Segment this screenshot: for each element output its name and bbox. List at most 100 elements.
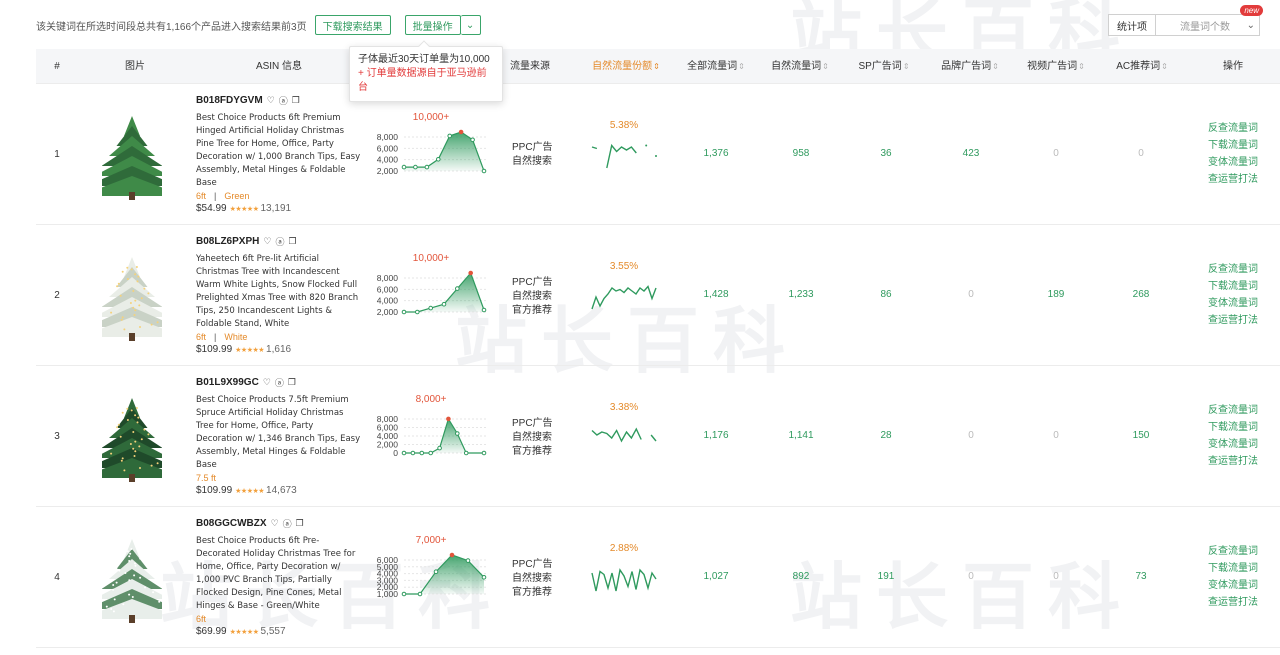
asin-code[interactable]: B01L9X99GC	[196, 377, 259, 388]
action-link[interactable]: 查运营打法	[1208, 171, 1268, 188]
count-organic[interactable]: 958	[771, 148, 831, 159]
amazon-icon[interactable]: ⓐ	[275, 376, 284, 389]
count-sp[interactable]: 86	[856, 289, 916, 300]
action-link[interactable]: 变体流量词	[1208, 577, 1268, 594]
product-image[interactable]	[79, 394, 185, 484]
amazon-icon[interactable]: ⓐ	[279, 94, 288, 107]
asin-code[interactable]: B08GGCWBZX	[196, 518, 267, 529]
action-link[interactable]: 下载流量词	[1208, 419, 1268, 436]
action-link[interactable]: 反查流量词	[1208, 543, 1268, 560]
asin-code[interactable]: B018FDYGVM	[196, 95, 263, 106]
action-link[interactable]: 下载流量词	[1208, 137, 1268, 154]
tree-light	[116, 426, 119, 429]
count-organic[interactable]: 1,233	[771, 289, 831, 300]
column-header-label: ASIN 信息	[255, 61, 303, 72]
organic-share-chart[interactable]: 5.38%	[588, 118, 660, 198]
amazon-icon[interactable]: ⓐ	[283, 517, 292, 530]
amazon-icon[interactable]: ⓐ	[275, 235, 284, 248]
table-row[interactable]: 4 B08GGCWBZX ♡ ⓐ ❐ Best Choice Products 6ft P…	[36, 507, 1280, 648]
tree-light	[152, 591, 155, 594]
traffic-source: 官方推荐	[512, 305, 552, 316]
sort-icon[interactable]: ⇕	[653, 62, 660, 71]
action-link[interactable]: 查运营打法	[1208, 453, 1268, 470]
copy-icon[interactable]: ❐	[288, 377, 296, 388]
sales-trend-chart[interactable]: 7,000+ 6,000 5,000 4,000 3,000 2,000 1,000	[366, 533, 496, 623]
count-sp[interactable]: 191	[856, 571, 916, 582]
action-link[interactable]: 变体流量词	[1208, 154, 1268, 171]
action-link[interactable]: 变体流量词	[1208, 295, 1268, 312]
row-actions: 反查流量词 下载流量词 变体流量词 查运营打法	[1208, 402, 1268, 470]
action-link[interactable]: 反查流量词	[1208, 261, 1268, 278]
action-link[interactable]: 下载流量词	[1208, 560, 1268, 577]
action-link[interactable]: 查运营打法	[1208, 594, 1268, 611]
column-header-video[interactable]: 视频广告词⇕	[1016, 49, 1096, 84]
organic-share-svg: 5.38%	[591, 120, 657, 169]
chevron-down-icon[interactable]: ⌄	[460, 15, 481, 35]
column-header-all[interactable]: 全部流量词⇕	[676, 49, 756, 84]
product-image[interactable]	[79, 112, 185, 202]
table-row[interactable]: 2 B08LZ6PXPH ♡ ⓐ ❐ Yaheetech 6ft Pre-lit Arti…	[36, 225, 1280, 366]
traffic-source: 官方推荐	[512, 587, 552, 598]
count-sp[interactable]: 36	[856, 148, 916, 159]
sort-icon[interactable]: ⇕	[822, 62, 829, 71]
sort-icon[interactable]: ⇕	[992, 62, 999, 71]
count-ac[interactable]: 73	[1111, 571, 1171, 582]
count-all[interactable]: 1,176	[686, 430, 746, 441]
product-title[interactable]: Best Choice Products 6ft Pre-Decorated H…	[196, 535, 362, 613]
organic-share-chart[interactable]: 3.55%	[588, 259, 660, 339]
product-title[interactable]: Yaheetech 6ft Pre-lit Artificial Christm…	[196, 253, 362, 331]
organic-share-chart[interactable]: 2.88%	[588, 541, 660, 621]
product-image-svg	[79, 116, 185, 200]
tree-light	[123, 469, 126, 472]
heart-icon[interactable]: ♡	[271, 518, 279, 529]
table-row[interactable]: 1 B018FDYGVM ♡ ⓐ ❐ Best Choice Products 6ft P…	[36, 84, 1280, 225]
count-brand[interactable]: 423	[941, 148, 1001, 159]
sales-trend-chart[interactable]: 8,000+ 8,000 6,000 4,000 2,000 0	[366, 392, 496, 482]
batch-operation-button[interactable]: 批量操作	[404, 15, 461, 35]
sort-icon[interactable]: ⇕	[1078, 62, 1085, 71]
heart-icon[interactable]: ♡	[263, 236, 271, 247]
copy-icon[interactable]: ❐	[296, 518, 304, 529]
column-header-organic_share[interactable]: 自然流量份额⇕	[582, 49, 670, 84]
copy-icon[interactable]: ❐	[292, 95, 300, 106]
count-video[interactable]: 189	[1026, 289, 1086, 300]
organic-share-chart[interactable]: 3.38%	[588, 400, 660, 480]
column-header-brand[interactable]: 品牌广告词⇕	[930, 49, 1010, 84]
count-ac[interactable]: 150	[1111, 430, 1171, 441]
sort-icon[interactable]: ⇕	[1161, 62, 1168, 71]
sales-trend-chart[interactable]: 10,000+ 8,000 6,000 4,000 2,000	[366, 251, 496, 341]
sort-icon[interactable]: ⇕	[903, 62, 910, 71]
traffic-source: PPC广告	[512, 277, 553, 288]
heart-icon[interactable]: ♡	[267, 95, 275, 106]
count-organic[interactable]: 892	[771, 571, 831, 582]
download-results-button[interactable]: 下载搜索结果	[314, 15, 391, 35]
sort-icon[interactable]: ⇕	[738, 62, 745, 71]
action-link[interactable]: 下载流量词	[1208, 278, 1268, 295]
product-title[interactable]: Best Choice Products 7.5ft Premium Spruc…	[196, 394, 362, 472]
copy-icon[interactable]: ❐	[288, 236, 296, 247]
count-sp[interactable]: 28	[856, 430, 916, 441]
action-link[interactable]: 查运营打法	[1208, 312, 1268, 329]
count-all[interactable]: 1,428	[686, 289, 746, 300]
count-organic[interactable]: 1,141	[771, 430, 831, 441]
product-title[interactable]: Best Choice Products 6ft Premium Hinged …	[196, 112, 362, 190]
count-ac[interactable]: 268	[1111, 289, 1171, 300]
action-link[interactable]: 反查流量词	[1208, 402, 1268, 419]
count-all[interactable]: 1,376	[686, 148, 746, 159]
tree-light	[132, 431, 135, 433]
product-image[interactable]	[79, 535, 185, 625]
stats-select[interactable]: 流量词个数 ⌄	[1156, 14, 1260, 36]
action-link[interactable]: 变体流量词	[1208, 436, 1268, 453]
tree-trunk	[129, 474, 135, 482]
asin-code[interactable]: B08LZ6PXPH	[196, 236, 259, 247]
count-all[interactable]: 1,027	[686, 571, 746, 582]
column-header-ac[interactable]: AC推荐词⇕	[1102, 49, 1182, 84]
heart-icon[interactable]: ♡	[263, 377, 271, 388]
product-image[interactable]	[79, 253, 185, 343]
column-header-organic[interactable]: 自然流量词⇕	[760, 49, 840, 84]
table-row[interactable]: 3 B01L9X99GC ♡ ⓐ ❐ Best Choice Products 7.5ft…	[36, 366, 1280, 507]
sales-trend-chart[interactable]: 10,000+ 8,000 6,000 4,000 2,000	[366, 110, 496, 200]
action-link[interactable]: 反查流量词	[1208, 120, 1268, 137]
traffic-source: PPC广告	[512, 418, 553, 429]
column-header-sp[interactable]: SP广告词⇕	[844, 49, 924, 84]
